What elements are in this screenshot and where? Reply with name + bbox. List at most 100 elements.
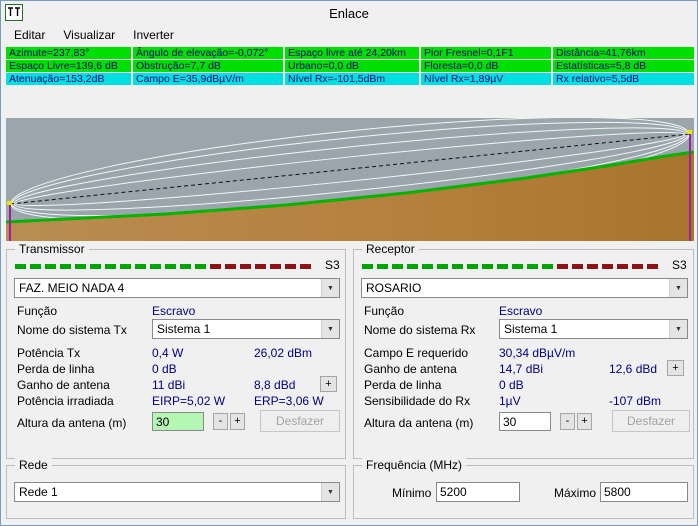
signal-meter-segment xyxy=(165,264,176,269)
transmitter-group-label: Transmissor xyxy=(15,242,89,256)
window-title: Enlace xyxy=(329,5,369,21)
signal-meter-segment xyxy=(542,264,553,269)
menu-editar[interactable]: Editar xyxy=(5,26,54,44)
signal-meter-segment xyxy=(497,264,508,269)
tx-height-plus-button[interactable]: + xyxy=(230,413,245,430)
chevron-down-icon[interactable]: ▼ xyxy=(321,279,339,297)
signal-meter-segment xyxy=(407,264,418,269)
info-cell: Estatísticas=5,8 dB xyxy=(553,60,694,72)
rx-required-field-label: Campo E requerido xyxy=(364,346,469,360)
rx-signal-level: S3 xyxy=(672,258,687,272)
rx-height-plus-button[interactable]: + xyxy=(577,413,592,430)
tx-antenna-gain-plus-button[interactable]: + xyxy=(320,376,337,392)
signal-meter-segment xyxy=(270,264,281,269)
tx-radiated-power-label: Potência irradiada xyxy=(17,394,114,408)
info-cell: Urbano=0,0 dB xyxy=(285,60,419,72)
chevron-down-icon[interactable]: ▼ xyxy=(669,320,687,338)
tx-station-select[interactable]: FAZ. MEIO NADA 4 ▼ xyxy=(14,278,340,298)
signal-meter-segment xyxy=(75,264,86,269)
chevron-down-icon[interactable]: ▼ xyxy=(321,320,339,338)
info-cell: Floresta=0,0 dB xyxy=(421,60,551,72)
tx-antenna-height-input[interactable] xyxy=(152,412,204,431)
tx-undo-button[interactable]: Desfazer xyxy=(260,410,340,432)
signal-meter-segment xyxy=(602,264,613,269)
signal-meter-segment xyxy=(300,264,311,269)
info-cell: Atenuação=153,2dB xyxy=(6,73,131,85)
menu-visualizar[interactable]: Visualizar xyxy=(54,26,124,44)
info-cell: Distância=41,76km xyxy=(553,47,694,59)
network-group: Rede Rede 1 ▼ xyxy=(6,458,346,519)
info-cell: Rx relativo=5,5dB xyxy=(553,73,694,85)
tx-system-label: Nome do sistema Tx xyxy=(17,323,127,337)
rx-site-dot xyxy=(687,130,692,134)
rx-antenna-height-input[interactable] xyxy=(499,412,551,431)
menu-inverter[interactable]: Inverter xyxy=(124,26,183,44)
tx-funcao-value: Escravo xyxy=(152,304,196,318)
signal-meter-segment xyxy=(45,264,56,269)
info-cell: Espaço Livre=139,6 dB xyxy=(6,60,131,72)
rx-station-select[interactable]: ROSARIO ▼ xyxy=(361,278,688,298)
signal-meter-segment xyxy=(240,264,251,269)
rx-line-loss-value: 0 dB xyxy=(499,378,524,392)
signal-meter-segment xyxy=(135,264,146,269)
signal-meter-segment xyxy=(572,264,583,269)
rx-sensitivity-dbm: -107 dBm xyxy=(609,394,662,408)
profile-chart xyxy=(6,118,694,241)
tx-power-label: Potência Tx xyxy=(17,346,81,360)
info-cell: Obstrução=7,7 dB xyxy=(133,60,283,72)
signal-meter-segment xyxy=(180,264,191,269)
network-select[interactable]: Rede 1 ▼ xyxy=(14,482,340,502)
tx-funcao-label: Função xyxy=(17,304,58,318)
rx-funcao-label: Função xyxy=(364,304,405,318)
frequency-max-input[interactable] xyxy=(600,482,688,502)
tx-signal-level: S3 xyxy=(325,258,340,272)
rx-station-value: ROSARIO xyxy=(366,281,422,295)
tx-station-value: FAZ. MEIO NADA 4 xyxy=(19,281,125,295)
rx-antenna-gain-dbd: 12,6 dBd xyxy=(609,362,658,376)
info-cell: Ângulo de elevação=-0,072° xyxy=(133,47,283,59)
rx-antenna-gain-plus-button[interactable]: + xyxy=(667,360,684,376)
signal-meter-segment xyxy=(15,264,26,269)
tx-signal-meter xyxy=(15,263,311,270)
rx-sensitivity-uv: 1µV xyxy=(499,394,521,408)
frequency-group: Frequência (MHz) Mínimo Máximo xyxy=(353,458,694,519)
signal-meter-segment xyxy=(647,264,658,269)
rx-antenna-gain-label: Ganho de antena xyxy=(364,362,457,376)
info-cell: Pior Fresnel=0,1F1 xyxy=(421,47,551,59)
frequency-min-input[interactable] xyxy=(436,482,520,502)
rx-undo-button[interactable]: Desfazer xyxy=(612,410,690,432)
tx-height-minus-button[interactable]: - xyxy=(213,413,228,430)
tx-system-select[interactable]: Sistema 1 ▼ xyxy=(152,319,340,339)
signal-meter-segment xyxy=(392,264,403,269)
signal-meter-segment xyxy=(90,264,101,269)
signal-meter-segment xyxy=(527,264,538,269)
receiver-group: Receptor S3 ROSARIO ▼ Função Escravo Nom… xyxy=(353,242,694,459)
rx-sensitivity-label: Sensibilidade do Rx xyxy=(364,394,471,408)
frequency-max-label: Máximo xyxy=(554,486,597,500)
info-cell: Espaço livre até 24,20km xyxy=(285,47,419,59)
rx-system-select[interactable]: Sistema 1 ▼ xyxy=(499,319,688,339)
info-cell: Azimute=237,83° xyxy=(6,47,131,59)
rx-height-minus-button[interactable]: - xyxy=(560,413,575,430)
tx-eirp-value: EIRP=5,02 W xyxy=(152,394,226,408)
signal-meter-segment xyxy=(150,264,161,269)
tx-antenna-height-label: Altura da antena (m) xyxy=(17,416,127,430)
chevron-down-icon[interactable]: ▼ xyxy=(321,483,339,501)
signal-meter-segment xyxy=(195,264,206,269)
signal-meter-segment xyxy=(512,264,523,269)
tx-line-loss-value: 0 dB xyxy=(152,362,177,376)
signal-meter-segment xyxy=(482,264,493,269)
rx-line-loss-label: Perda de linha xyxy=(364,378,442,392)
tx-antenna-gain-dbd: 8,8 dBd xyxy=(254,378,296,392)
app-icon[interactable] xyxy=(5,4,23,21)
chevron-down-icon[interactable]: ▼ xyxy=(669,279,687,297)
signal-meter-segment xyxy=(377,264,388,269)
info-cell: Nível Rx=-101,5dBm xyxy=(285,73,419,85)
signal-meter-segment xyxy=(225,264,236,269)
transmitter-group: Transmissor S3 FAZ. MEIO NADA 4 ▼ Função… xyxy=(6,242,346,459)
titlebar: Enlace xyxy=(1,1,697,25)
signal-meter-segment xyxy=(30,264,41,269)
signal-meter-segment xyxy=(255,264,266,269)
signal-meter-segment xyxy=(632,264,643,269)
signal-meter-segment xyxy=(587,264,598,269)
